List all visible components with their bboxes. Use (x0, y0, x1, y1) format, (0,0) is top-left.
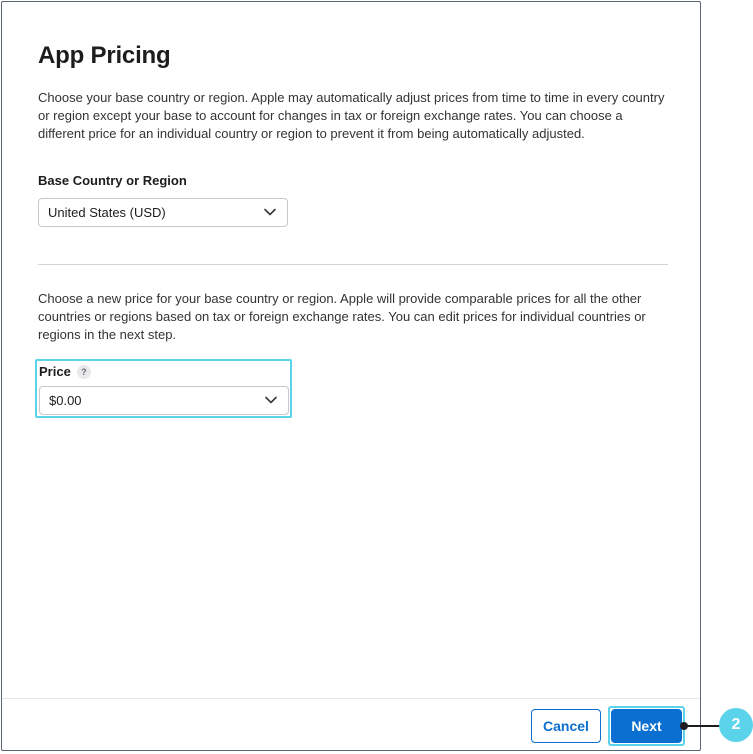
dialog-title: App Pricing (38, 42, 171, 69)
price-select[interactable]: $0.00 (39, 386, 289, 415)
callout-badge: 2 (719, 708, 753, 742)
help-icon[interactable]: ? (76, 364, 91, 379)
app-pricing-dialog: App Pricing Choose your base country or … (1, 1, 701, 751)
price-field-highlight: Price ? $0.00 (35, 359, 292, 418)
price-value: $0.00 (49, 393, 82, 408)
footer-divider (2, 698, 700, 699)
next-button[interactable]: Next (611, 709, 682, 743)
base-country-value: United States (USD) (48, 205, 166, 220)
base-country-label: Base Country or Region (38, 173, 187, 188)
price-description: Choose a new price for your base country… (38, 291, 646, 342)
chevron-down-icon (265, 396, 277, 404)
base-country-select[interactable]: United States (USD) (38, 198, 288, 227)
callout-anchor-dot (680, 722, 688, 730)
price-label: Price ? (39, 364, 91, 379)
section-divider (38, 264, 668, 265)
callout-connector (683, 725, 721, 727)
cancel-button[interactable]: Cancel (531, 709, 601, 743)
chevron-down-icon (264, 208, 276, 216)
price-label-text: Price (39, 364, 71, 379)
base-country-description: Choose your base country or region. Appl… (38, 90, 665, 141)
